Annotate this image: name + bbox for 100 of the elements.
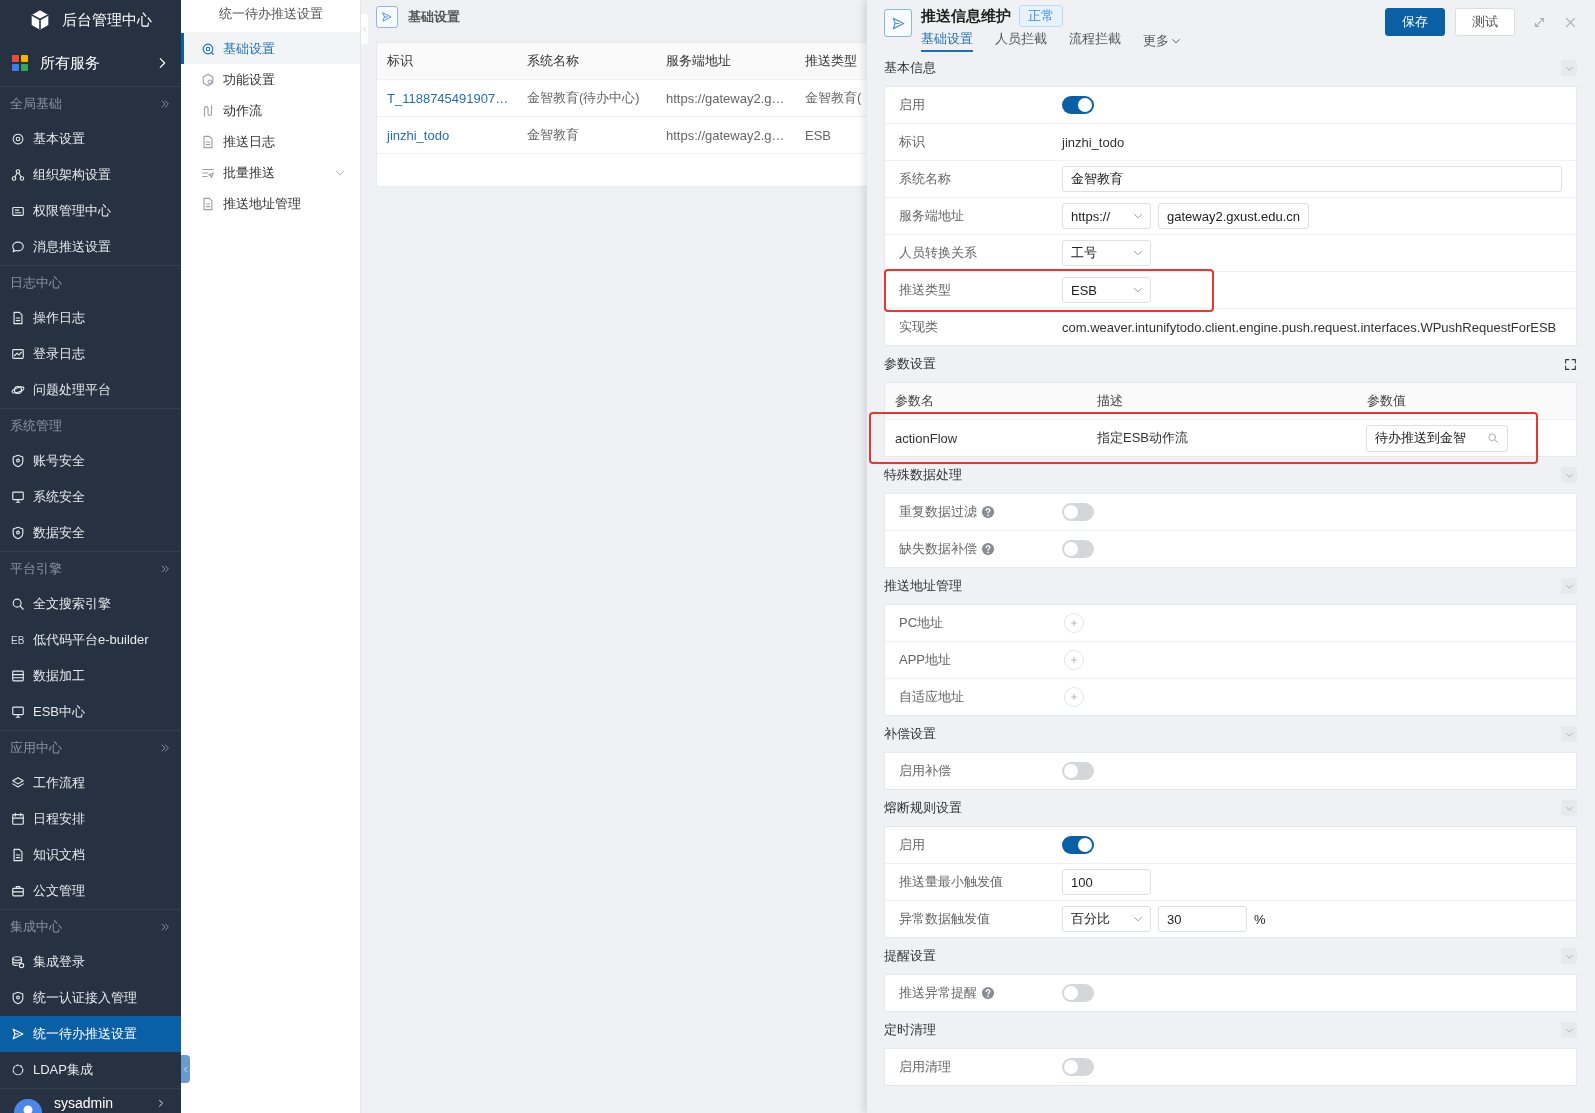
close-icon[interactable] [1564, 15, 1577, 29]
collapse-handle[interactable] [361, 14, 368, 44]
collapse-button[interactable] [1561, 1022, 1577, 1038]
user-name[interactable]: sysadmin [54, 1095, 143, 1111]
hexagon-icon [201, 72, 215, 87]
double-chevron-icon[interactable] [159, 742, 171, 754]
toggle-switch[interactable] [1062, 984, 1094, 1002]
select-field[interactable]: https:// [1062, 203, 1151, 229]
tab[interactable]: 人员拦截 [995, 30, 1047, 52]
nav-item[interactable]: 批量推送 [181, 157, 360, 188]
chat-icon [11, 240, 25, 254]
chevron-left-icon [181, 1064, 190, 1074]
nav-item[interactable]: 功能设置 [181, 64, 360, 95]
sidebar-item[interactable]: 数据安全 [0, 515, 181, 551]
table-cell-text: 金智教育( [804, 89, 863, 107]
double-chevron-icon[interactable] [159, 563, 171, 575]
nav-item[interactable]: 动作流 [181, 95, 360, 126]
collapse-button[interactable] [1561, 467, 1577, 483]
column-header: 服务端地址 [665, 52, 732, 70]
toggle-switch[interactable] [1062, 1058, 1094, 1076]
sidebar-item[interactable]: 系统安全 [0, 479, 181, 515]
cube-icon [29, 10, 50, 30]
collapse-handle[interactable] [181, 1055, 190, 1083]
sidebar-item[interactable]: 日程安排 [0, 801, 181, 837]
collapse-button[interactable] [1561, 948, 1577, 964]
sidebar-item[interactable]: 工作流程 [0, 765, 181, 801]
section-title: 提醒设置 [884, 947, 936, 965]
toggle-switch[interactable] [1062, 96, 1094, 114]
record-link[interactable]: T_1188745491907… [377, 90, 517, 106]
sidebar-item[interactable]: ESB中心 [0, 694, 181, 730]
document-icon [11, 311, 25, 325]
sidebar-item[interactable]: 集成登录 [0, 944, 181, 980]
input-field[interactable]: gateway2.gxust.edu.cn [1158, 203, 1309, 229]
toggle-switch[interactable] [1062, 503, 1094, 521]
tab[interactable]: 基础设置 [921, 30, 973, 52]
sidebar-item[interactable]: 知识文档 [0, 837, 181, 873]
screen-icon [11, 347, 25, 361]
search-field[interactable]: 待办推送到金智 [1366, 424, 1508, 452]
section-title: 熔断规则设置 [884, 799, 962, 817]
sidebar-item[interactable]: 操作日志 [0, 300, 181, 336]
collapse-button[interactable] [1561, 726, 1577, 742]
select-field[interactable]: 百分比 [1062, 906, 1151, 932]
select-field[interactable]: 工号 [1062, 240, 1151, 266]
input-field[interactable]: 30 [1158, 906, 1247, 932]
toggle-switch[interactable] [1062, 540, 1094, 558]
input-field[interactable]: 100 [1062, 869, 1151, 895]
tab[interactable]: 流程拦截 [1069, 30, 1121, 52]
field-label: 实现类 [899, 318, 938, 336]
sidebar-item[interactable]: 数据加工 [0, 658, 181, 694]
sidebar-item[interactable]: EB 低代码平台e-builder [0, 622, 181, 658]
input-field[interactable]: 金智教育 [1062, 166, 1562, 192]
collapse-button[interactable] [1561, 578, 1577, 594]
sidebar-item[interactable]: 统一认证接入管理 [0, 980, 181, 1016]
toggle-switch[interactable] [1062, 836, 1094, 854]
collapse-button[interactable] [1561, 800, 1577, 816]
sidebar-item[interactable]: 登录日志 [0, 336, 181, 372]
nav-item[interactable]: 基础设置 [181, 33, 360, 64]
test-button[interactable]: 测试 [1455, 8, 1515, 36]
nav-item[interactable]: 推送地址管理 [181, 188, 360, 219]
record-link[interactable]: jinzhi_todo [377, 127, 517, 143]
more-tab[interactable]: 更多 [1143, 30, 1182, 50]
sidebar-item[interactable]: 基本设置 [0, 121, 181, 157]
shield-icon [11, 454, 25, 468]
document-icon [11, 848, 25, 862]
sidebar-item[interactable]: 权限管理中心 [0, 193, 181, 229]
sidebar-item[interactable]: 账号安全 [0, 443, 181, 479]
sidebar-item[interactable]: 公文管理 [0, 873, 181, 909]
sidebar-item[interactable]: 组织架构设置 [0, 157, 181, 193]
help-icon [981, 986, 995, 1000]
toggle-switch[interactable] [1062, 762, 1094, 780]
sidebar-item[interactable]: 统一待办推送设置 [0, 1016, 181, 1052]
field-label: 启用 [899, 96, 925, 114]
group-title: 日志中心 [10, 274, 63, 292]
collapse-button[interactable] [1561, 60, 1577, 76]
table-cell-text: 指定ESB动作流 [1096, 429, 1189, 447]
sidebar-item[interactable]: LDAP集成 [0, 1052, 181, 1088]
double-chevron-icon[interactable] [159, 921, 171, 933]
double-chevron-icon[interactable] [159, 98, 171, 110]
field-label: 推送类型 [899, 281, 951, 299]
sidebar-item[interactable]: 消息推送设置 [0, 229, 181, 265]
section-title: 基本信息 [884, 59, 936, 77]
plus-icon [1069, 692, 1079, 702]
sidebar-item[interactable]: 问题处理平台 [0, 372, 181, 408]
save-button[interactable]: 保存 [1385, 8, 1445, 36]
sidebar-item[interactable]: 全文搜索引擎 [0, 586, 181, 622]
planet-icon [11, 383, 25, 397]
group-title: 平台引擎 [10, 560, 63, 578]
nav-item[interactable]: 推送日志 [181, 126, 360, 157]
field-value: com.weaver.intunifytodo.client.engine.push.request.interfaces.WPushRequestForESB [1062, 319, 1557, 335]
layers-icon [11, 776, 25, 790]
shield-icon [11, 991, 25, 1005]
section-title: 推送地址管理 [884, 577, 962, 595]
select-field[interactable]: ESB [1062, 277, 1151, 303]
group-title: 集成中心 [10, 918, 63, 936]
expand-icon[interactable] [1533, 15, 1546, 29]
field-value: jinzhi_todo [1062, 134, 1125, 150]
field-label: 服务端地址 [899, 207, 964, 225]
document-icon [201, 196, 215, 211]
group-title: 系统管理 [10, 417, 63, 435]
monitor-icon [11, 705, 25, 719]
